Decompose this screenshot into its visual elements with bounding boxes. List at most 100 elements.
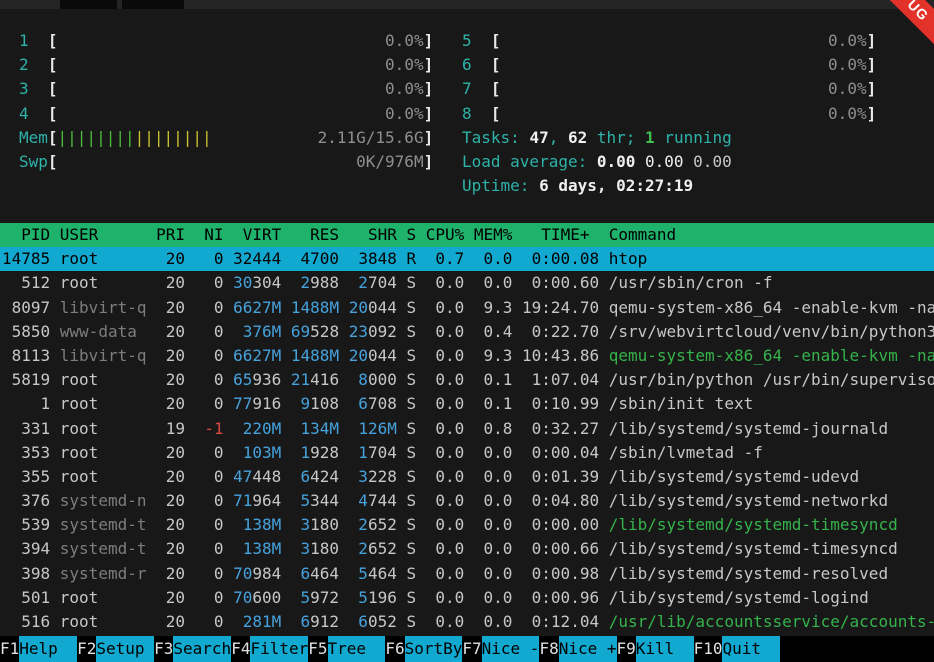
cell-ni: 0: [195, 489, 224, 513]
fn-nice--button[interactable]: F7Nice -: [462, 636, 539, 662]
fn-quit-button[interactable]: F10Quit: [694, 636, 781, 662]
column-header-user[interactable]: USER: [60, 223, 147, 247]
memory-cache-bars: ||||||||: [135, 128, 212, 147]
meter-open-bracket: [: [491, 79, 501, 98]
cell-ni: 0: [195, 537, 224, 561]
process-row[interactable]: 501root2007060059725196S0.00.00:00.96/li…: [0, 586, 934, 610]
cell-pid: 5850: [2, 320, 50, 344]
fn-tree-button[interactable]: F5Tree: [308, 636, 385, 662]
mem-value-part: 704: [368, 443, 397, 462]
cell-cpu: 0.0: [426, 368, 465, 392]
mem-value-part: 23: [349, 322, 368, 341]
fn-kill-button[interactable]: F9Kill: [617, 636, 694, 662]
process-row[interactable]: 1root2007791691086708S0.00.10:10.99/sbin…: [0, 392, 934, 416]
cell-shr: 5464: [349, 562, 397, 586]
mem-value-part: 6627M: [233, 346, 281, 365]
process-row[interactable]: 516root200281M69126052S0.00.00:12.04/usr…: [0, 610, 934, 634]
column-header-cpu[interactable]: CPU%: [426, 223, 465, 247]
column-header-shr[interactable]: SHR: [349, 223, 397, 247]
cell-shr: 2652: [349, 537, 397, 561]
cpu-meter-value: 0.0%: [828, 55, 867, 74]
cell-s: R: [406, 247, 416, 271]
process-row[interactable]: 394systemd-t200138M31802652S0.00.00:00.6…: [0, 537, 934, 561]
column-header-mem[interactable]: MEM%: [474, 223, 513, 247]
cell-ni: 0: [195, 562, 224, 586]
cell-user: root: [60, 441, 147, 465]
cell-pid: 501: [2, 586, 50, 610]
process-row[interactable]: 398systemd-r2007098464645464S0.00.00:00.…: [0, 562, 934, 586]
column-header-s[interactable]: S: [406, 223, 416, 247]
fn-key: F5: [308, 639, 327, 658]
load-average-line: Load average: 0.000.000.00: [462, 150, 876, 174]
cell-virt: 281M: [233, 610, 281, 634]
fn-label: Setup: [96, 636, 154, 662]
fn-label: Nice +: [559, 636, 617, 662]
column-header-cmd[interactable]: Command: [609, 223, 676, 247]
process-row[interactable]: 355root2004744864243228S0.00.00:01.39/li…: [0, 465, 934, 489]
fn-help-button[interactable]: F1Help: [0, 636, 77, 662]
cell-time: 0:00.00: [522, 513, 599, 537]
cell-ni: 0: [195, 320, 224, 344]
mem-value-part: 2: [358, 273, 368, 292]
cell-pri: 20: [156, 610, 185, 634]
cell-user: root: [60, 247, 147, 271]
swap-meter-label: Swp: [19, 150, 48, 174]
cell-user: root: [60, 465, 147, 489]
cell-res: 2988: [291, 271, 339, 295]
meter-open-bracket: [: [491, 31, 501, 50]
cell-cmd: /lib/systemd/systemd-journald: [609, 417, 888, 441]
cell-pri: 19: [156, 417, 185, 441]
cell-s: S: [406, 320, 416, 344]
process-row[interactable]: 353root200103M19281704S0.00.00:00.04/sbi…: [0, 441, 934, 465]
cell-cpu: 0.0: [426, 465, 465, 489]
fn-sortby-button[interactable]: F6SortBy: [385, 636, 462, 662]
mem-value-part: 5: [301, 588, 311, 607]
running-count: 1: [645, 128, 655, 147]
process-row[interactable]: 376systemd-n2007196453444744S0.00.00:04.…: [0, 489, 934, 513]
process-row[interactable]: 512root2003030429882704S0.00.00:00.60/us…: [0, 271, 934, 295]
column-header-pri[interactable]: PRI: [156, 223, 185, 247]
cell-pid: 8097: [2, 296, 50, 320]
mem-value-part: 972: [310, 588, 339, 607]
process-row[interactable]: 14785root2003244447003848R0.70.00:00.08h…: [0, 247, 934, 271]
cell-pri: 20: [156, 513, 185, 537]
column-header-time[interactable]: TIME+: [522, 223, 599, 247]
cell-ni: -1: [195, 417, 224, 441]
process-row[interactable]: 5850www-data200376M6952823092S0.00.40:22…: [0, 320, 934, 344]
column-header-ni[interactable]: NI: [195, 223, 224, 247]
column-header-virt[interactable]: VIRT: [233, 223, 281, 247]
meter-close-bracket: ]: [424, 128, 434, 147]
mem-value-part: 044: [368, 346, 397, 365]
fn-label: Tree: [328, 636, 386, 662]
ribbon-label: UG: [905, 0, 933, 24]
window-tab[interactable]: [122, 0, 184, 9]
cell-virt: 30304: [233, 271, 281, 295]
process-row[interactable]: 539systemd-t200138M31802652S0.00.00:00.0…: [0, 513, 934, 537]
fn-search-button[interactable]: F3Search: [154, 636, 231, 662]
fn-setup-button[interactable]: F2Setup: [77, 636, 154, 662]
fn-nice--button[interactable]: F8Nice +: [539, 636, 616, 662]
meter-open-bracket: [: [48, 55, 58, 74]
load-average-label: Load average:: [462, 152, 597, 171]
fn-key: F3: [154, 639, 173, 658]
cell-s: S: [406, 296, 416, 320]
cell-res: 4700: [291, 247, 339, 271]
process-row[interactable]: 331root19-1220M134M126MS0.00.80:32.27/li…: [0, 417, 934, 441]
mem-value-part: 424: [310, 467, 339, 486]
fn-filter-button[interactable]: F4Filter: [231, 636, 308, 662]
process-row[interactable]: 5819root20065936214168000S0.00.11:07.04/…: [0, 368, 934, 392]
tasks-label: Tasks:: [462, 128, 529, 147]
column-header-pid[interactable]: PID: [2, 223, 50, 247]
process-row[interactable]: 8113libvirt-q2006627M1488M20044S0.09.310…: [0, 344, 934, 368]
cell-res: 3180: [291, 513, 339, 537]
process-row[interactable]: 8097libvirt-q2006627M1488M20044S0.09.319…: [0, 296, 934, 320]
cell-virt: 71964: [233, 489, 281, 513]
window-tab[interactable]: [60, 0, 117, 9]
fn-key: F2: [77, 639, 96, 658]
cpu-meter-body: 0.0%: [58, 102, 424, 126]
cell-mem: 9.3: [474, 296, 513, 320]
column-header-res[interactable]: RES: [291, 223, 339, 247]
cell-ni: 0: [195, 344, 224, 368]
cell-cmd: /lib/systemd/systemd-udevd: [609, 465, 859, 489]
cpu-meter-value: 0.0%: [385, 104, 424, 123]
